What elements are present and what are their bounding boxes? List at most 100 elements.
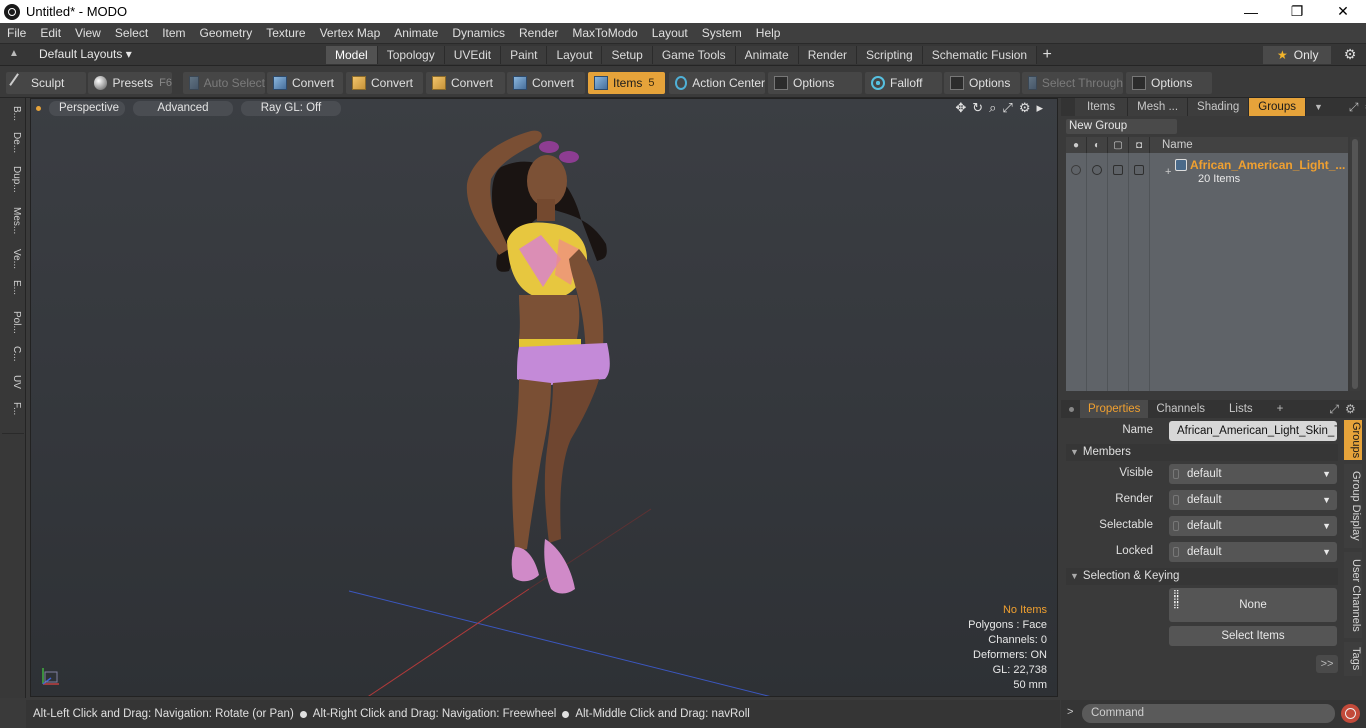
group-select-checkbox[interactable] <box>1113 165 1123 175</box>
maximize-button[interactable]: ❐ <box>1274 0 1320 23</box>
menu-maxtomodo[interactable]: MaxToModo <box>565 26 644 40</box>
tab-groups[interactable]: Groups <box>1249 98 1306 116</box>
left-tab-deform[interactable]: De... <box>4 128 22 158</box>
tab-model[interactable]: Model <box>326 46 378 64</box>
select-through-button[interactable]: Select Through <box>1022 72 1123 94</box>
menu-texture[interactable]: Texture <box>259 26 312 40</box>
menu-geometry[interactable]: Geometry <box>193 26 260 40</box>
side-tab-groups[interactable]: Groups <box>1344 420 1362 460</box>
group-visibility-eye-icon[interactable] <box>1071 165 1081 175</box>
properties-maximize-icon[interactable]: ⤢ <box>1329 402 1339 417</box>
tab-mesh[interactable]: Mesh ... <box>1128 98 1189 116</box>
members-section-header[interactable]: ▼ Members <box>1066 444 1338 461</box>
tab-properties[interactable]: Properties <box>1080 400 1149 418</box>
name-column-header[interactable]: Name <box>1150 139 1193 151</box>
new-group-button[interactable]: New Group <box>1066 119 1177 134</box>
menu-view[interactable]: View <box>68 26 108 40</box>
tab-topology[interactable]: Topology <box>377 46 445 64</box>
locked-dropdown[interactable]: default ▼ <box>1169 542 1337 562</box>
tab-animate[interactable]: Animate <box>735 46 799 64</box>
items-mode-button[interactable]: Items 5 <box>588 72 665 94</box>
3d-viewport[interactable]: Perspective Advanced Ray GL: Off ✥ ↻ ⌕ ⤢… <box>30 98 1058 697</box>
menu-select[interactable]: Select <box>108 26 155 40</box>
tab-lists[interactable]: Lists <box>1213 400 1269 418</box>
visibility-column-eye-icon[interactable]: ● <box>1066 137 1087 153</box>
viewport-menu-dot-icon[interactable] <box>36 105 41 111</box>
tabs-dropdown-icon[interactable]: ▼ <box>1314 102 1323 112</box>
render-dropdown[interactable]: default ▼ <box>1169 490 1337 510</box>
tab-paint[interactable]: Paint <box>501 46 548 64</box>
convert-button-3[interactable]: Convert <box>426 72 505 94</box>
menu-animate[interactable]: Animate <box>387 26 445 40</box>
left-tab-duplicate[interactable]: Dup... <box>4 162 22 196</box>
properties-gear-icon[interactable]: ⚙ <box>1345 402 1356 416</box>
tab-render[interactable]: Render <box>798 46 858 64</box>
pan-icon[interactable]: ✥ <box>955 100 966 116</box>
maximize-viewport-icon[interactable]: ⤢ <box>1002 100 1012 116</box>
menu-item[interactable]: Item <box>155 26 192 40</box>
menu-vertex-map[interactable]: Vertex Map <box>313 26 388 40</box>
selection-keying-section-header[interactable]: ▼ Selection & Keying <box>1066 568 1338 585</box>
left-tab-polygon[interactable]: Pol... <box>4 305 22 339</box>
select-column-icon[interactable]: ▢ <box>1108 137 1129 153</box>
group-render-icon[interactable] <box>1092 165 1102 175</box>
menu-edit[interactable]: Edit <box>33 26 68 40</box>
action-center-options-button[interactable]: Options <box>768 72 862 94</box>
menu-layout[interactable]: Layout <box>645 26 695 40</box>
action-center-button[interactable]: Action Center <box>669 72 765 94</box>
select-items-button[interactable]: Select Items <box>1169 626 1337 646</box>
convert-button-1[interactable]: Convert <box>267 72 343 94</box>
left-tab-mesh[interactable]: Mes... <box>4 201 22 241</box>
group-lock-checkbox[interactable] <box>1134 165 1144 175</box>
group-row[interactable]: + African_American_Light_... 20 Items <box>1066 157 1348 187</box>
properties-menu-dot-icon[interactable] <box>1069 406 1074 412</box>
left-tab-fusion[interactable]: F... <box>4 397 22 421</box>
scrollbar-thumb[interactable] <box>1352 139 1358 389</box>
left-tab-curve[interactable]: C... <box>4 342 22 366</box>
groups-list[interactable]: + African_American_Light_... 20 Items <box>1066 153 1348 391</box>
only-toggle-button[interactable]: ★ Only <box>1263 46 1331 64</box>
menu-system[interactable]: System <box>695 26 749 40</box>
sculpt-button[interactable]: Sculpt <box>6 72 86 94</box>
left-tab-basic[interactable]: B... <box>4 102 22 126</box>
menu-dynamics[interactable]: Dynamics <box>445 26 512 40</box>
layout-gear-icon[interactable]: ⚙ <box>1340 46 1360 64</box>
rotate-icon[interactable]: ↻ <box>972 100 983 116</box>
shading-mode-dropdown[interactable]: Advanced <box>133 100 233 116</box>
add-layout-tab-button[interactable]: + <box>1037 46 1057 64</box>
viewport-settings-gear-icon[interactable]: ⚙ <box>1019 100 1031 116</box>
tab-setup[interactable]: Setup <box>602 46 653 64</box>
more-options-button[interactable]: >> <box>1316 655 1338 673</box>
falloff-options-button[interactable]: Options <box>944 72 1020 94</box>
side-tab-tags[interactable]: Tags <box>1344 642 1362 676</box>
tab-layout[interactable]: Layout <box>547 46 603 64</box>
viewport-expand-arrow-icon[interactable]: ▸ <box>1036 100 1043 116</box>
command-history-arrow-icon[interactable]: > <box>1067 706 1073 718</box>
selectable-dropdown[interactable]: default ▼ <box>1169 516 1337 536</box>
panel-maximize-icon[interactable]: ⤢ <box>1349 100 1359 115</box>
tab-channels[interactable]: Channels <box>1148 400 1213 418</box>
command-input[interactable]: Command <box>1082 704 1335 723</box>
left-tab-edge[interactable]: E... <box>4 276 22 300</box>
tab-game-tools[interactable]: Game Tools <box>652 46 736 64</box>
keying-none-button[interactable]: ⠿ ⠿ ⠿ None <box>1169 588 1337 622</box>
convert-button-2[interactable]: Convert <box>346 72 423 94</box>
render-column-icon[interactable]: ◐ <box>1087 137 1108 153</box>
group-name-field[interactable]: African_American_Light_Skin_Te <box>1169 421 1337 441</box>
tab-uvedit[interactable]: UVEdit <box>444 46 502 64</box>
groups-list-scrollbar[interactable] <box>1350 137 1360 391</box>
tab-items[interactable]: Items <box>1075 98 1129 116</box>
close-button[interactable]: ✕ <box>1320 0 1366 23</box>
presets-button[interactable]: Presets F6 <box>88 72 172 94</box>
menu-help[interactable]: Help <box>749 26 788 40</box>
select-through-options-button[interactable]: Options <box>1126 72 1212 94</box>
lock-column-icon[interactable]: ◘ <box>1129 137 1150 153</box>
zoom-icon[interactable]: ⌕ <box>989 100 996 116</box>
pin-icon[interactable]: ▲ <box>9 48 21 60</box>
menu-render[interactable]: Render <box>512 26 565 40</box>
menu-file[interactable]: File <box>0 26 33 40</box>
left-tab-vertex[interactable]: Ve... <box>4 246 22 272</box>
view-type-dropdown[interactable]: Perspective <box>49 100 125 116</box>
minimize-button[interactable]: — <box>1228 0 1274 23</box>
default-layouts-dropdown[interactable]: Default Layouts ▾ <box>39 47 132 61</box>
